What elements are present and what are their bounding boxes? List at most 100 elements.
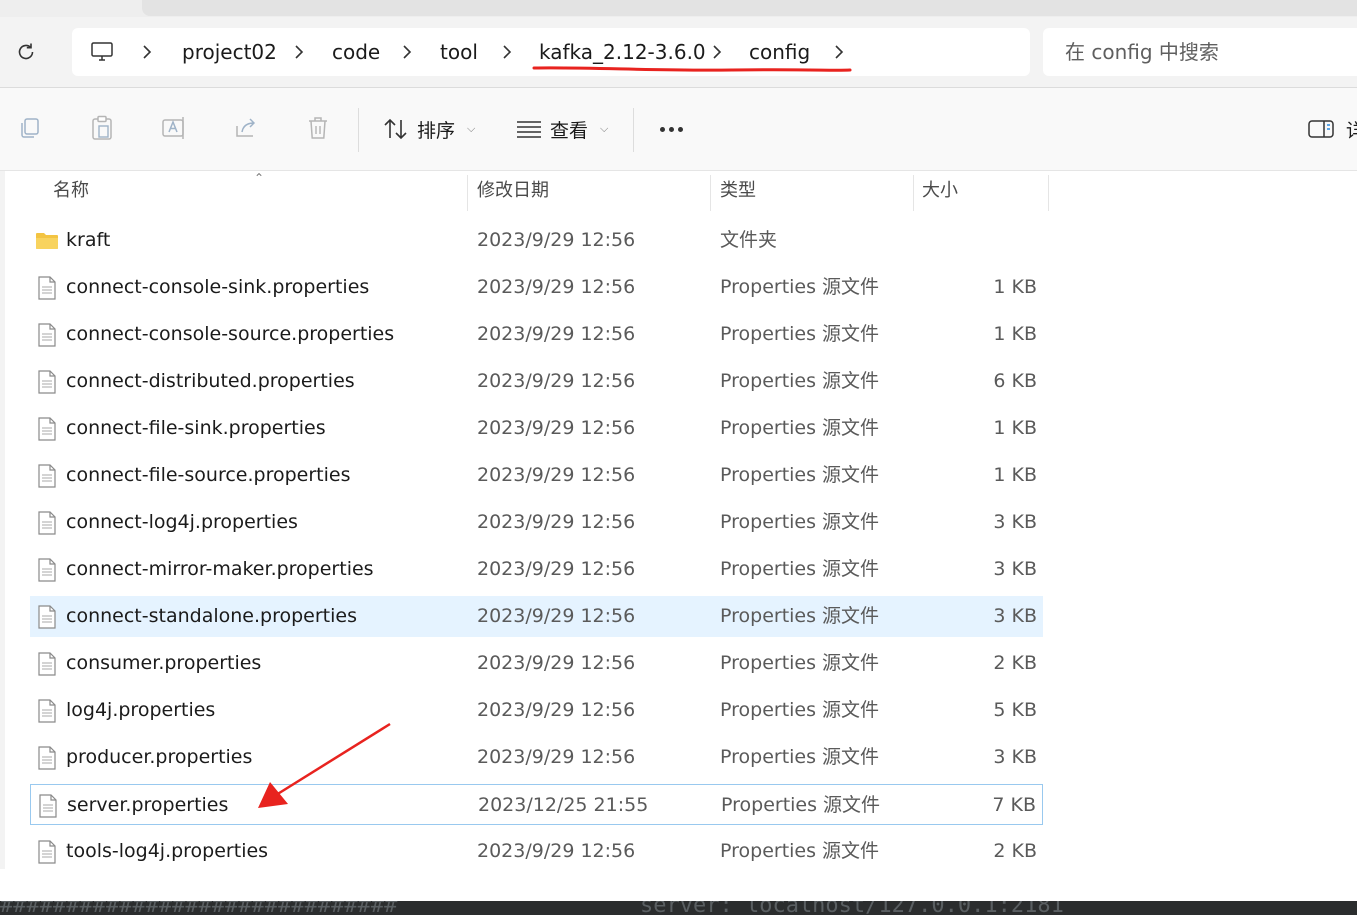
file-size: 6 KB	[993, 370, 1037, 392]
file-type: 文件夹	[720, 229, 778, 251]
command-bar: 排序 ⌵ 查看 ⌵ 详	[0, 88, 1357, 171]
file-icon	[36, 370, 58, 394]
details-pane-icon	[1308, 120, 1334, 138]
terminal-text-right: server: localhost/127.0.0.1:2181	[640, 901, 1064, 915]
file-size: 3 KB	[993, 511, 1037, 533]
list-item[interactable]: connect-file-sink.properties 2023/9/29 12…	[30, 408, 1043, 449]
list-item[interactable]: connect-log4j.properties 2023/9/29 12:56 P…	[30, 502, 1043, 543]
list-item[interactable]: connect-distributed.properties 2023/9/29 …	[30, 361, 1043, 402]
file-icon	[36, 605, 58, 629]
more-icon[interactable]	[656, 114, 686, 144]
file-name: tools-log4j.properties	[66, 840, 269, 862]
address-row: project02 code tool kafka_2.12-3.6.0 con…	[0, 17, 1357, 88]
red-underline-annotation	[532, 66, 852, 72]
column-header-type[interactable]: 类型	[720, 171, 756, 211]
list-item[interactable]: log4j.properties 2023/9/29 12:56 Propertie…	[30, 690, 1043, 731]
column-divider[interactable]	[710, 175, 711, 211]
file-type: Properties 源文件	[720, 370, 880, 392]
view-icon	[517, 121, 541, 138]
file-type: Properties 源文件	[720, 840, 880, 862]
breadcrumb-tool[interactable]: tool	[440, 28, 478, 76]
window-bottom-margin	[0, 869, 1357, 901]
search-input[interactable]: 在 config 中搜索	[1043, 28, 1357, 76]
sort-button[interactable]: 排序 ⌵	[383, 112, 475, 146]
list-item[interactable]: connect-file-source.properties 2023/9/29 …	[30, 455, 1043, 496]
toolbar-divider	[633, 108, 634, 152]
file-modified-date: 2023/9/29 12:56	[477, 323, 636, 345]
file-icon	[36, 323, 58, 347]
list-item[interactable]: connect-console-source.properties 2023/9/…	[30, 314, 1043, 355]
file-icon	[37, 794, 59, 818]
column-divider[interactable]	[1048, 175, 1049, 211]
chevron-right-icon[interactable]	[294, 28, 304, 76]
chevron-right-icon[interactable]	[142, 28, 152, 76]
copy-icon[interactable]	[17, 114, 43, 142]
list-item[interactable]: connect-console-sink.properties 2023/9/29…	[30, 267, 1043, 308]
file-modified-date: 2023/9/29 12:56	[477, 417, 636, 439]
details-label: 详	[1346, 119, 1357, 142]
file-modified-date: 2023/9/29 12:56	[477, 511, 636, 533]
list-item[interactable]: connect-standalone.properties 2023/9/29 1…	[30, 596, 1043, 637]
rename-icon[interactable]	[161, 114, 187, 142]
folder-icon	[35, 231, 58, 255]
sort-label: 排序	[417, 119, 456, 142]
navigation-pane-edge	[0, 171, 5, 869]
sort-icon	[384, 118, 407, 140]
file-type: Properties 源文件	[720, 511, 880, 533]
file-size: 3 KB	[993, 746, 1037, 768]
chevron-right-icon[interactable]	[502, 28, 512, 76]
breadcrumb-code[interactable]: code	[332, 28, 380, 76]
column-divider[interactable]	[913, 175, 914, 211]
file-icon	[36, 558, 58, 582]
file-icon	[36, 511, 58, 535]
computer-icon[interactable]	[90, 40, 114, 68]
file-size: 1 KB	[993, 464, 1037, 486]
column-header-date[interactable]: 修改日期	[477, 171, 549, 211]
list-item[interactable]: connect-mirror-maker.properties 2023/9/29…	[30, 549, 1043, 590]
background-terminal: ############################## server: l…	[0, 901, 1357, 915]
red-arrow-annotation	[258, 722, 391, 808]
file-modified-date: 2023/9/29 12:56	[477, 605, 636, 627]
toolbar-divider	[358, 108, 359, 152]
share-icon[interactable]	[233, 114, 259, 142]
file-name: connect-standalone.properties	[66, 605, 357, 627]
list-item[interactable]: tools-log4j.properties 2023/9/29 12:56 Pro…	[30, 831, 1043, 872]
file-modified-date: 2023/9/29 12:56	[477, 699, 636, 721]
file-modified-date: 2023/9/29 12:56	[477, 652, 636, 674]
list-item[interactable]: server.properties 2023/12/25 21:55 Propert…	[30, 784, 1043, 825]
file-name: connect-console-sink.properties	[66, 276, 370, 298]
chevron-right-icon[interactable]	[402, 28, 412, 76]
column-header-size[interactable]: 大小	[922, 171, 958, 211]
file-icon	[36, 840, 58, 864]
file-modified-date: 2023/9/29 12:56	[477, 229, 636, 251]
file-type: Properties 源文件	[721, 794, 881, 816]
file-modified-date: 2023/9/29 12:56	[477, 276, 636, 298]
view-button[interactable]: 查看 ⌵	[516, 112, 608, 146]
file-name: connect-distributed.properties	[66, 370, 355, 392]
file-modified-date: 2023/9/29 12:56	[477, 558, 636, 580]
paste-icon[interactable]	[89, 114, 115, 142]
file-icon	[36, 464, 58, 488]
file-name: connect-console-source.properties	[66, 323, 395, 345]
list-item[interactable]: consumer.properties 2023/9/29 12:56 Proper…	[30, 643, 1043, 684]
file-type: Properties 源文件	[720, 276, 880, 298]
refresh-button[interactable]	[12, 38, 40, 66]
file-modified-date: 2023/12/25 21:55	[478, 794, 649, 816]
file-icon	[36, 746, 58, 770]
breadcrumb-project02[interactable]: project02	[182, 28, 277, 76]
file-icon	[36, 417, 58, 441]
column-header-name[interactable]: 名称	[53, 171, 89, 211]
file-size: 3 KB	[993, 605, 1037, 627]
list-item[interactable]: producer.properties 2023/9/29 12:56 Proper…	[30, 737, 1043, 778]
file-name: connect-mirror-maker.properties	[66, 558, 374, 580]
file-name: connect-file-sink.properties	[66, 417, 326, 439]
details-pane-button[interactable]: 详	[1308, 114, 1357, 144]
address-bar[interactable]: project02 code tool kafka_2.12-3.6.0 con…	[72, 28, 1030, 76]
file-name: server.properties	[67, 794, 229, 816]
list-item[interactable]: kraft 2023/9/29 12:56 文件夹	[30, 220, 1043, 261]
delete-icon[interactable]	[305, 114, 331, 142]
file-type: Properties 源文件	[720, 558, 880, 580]
file-type: Properties 源文件	[720, 746, 880, 768]
terminal-text-left: ##############################	[0, 901, 398, 915]
column-divider[interactable]	[467, 175, 468, 211]
